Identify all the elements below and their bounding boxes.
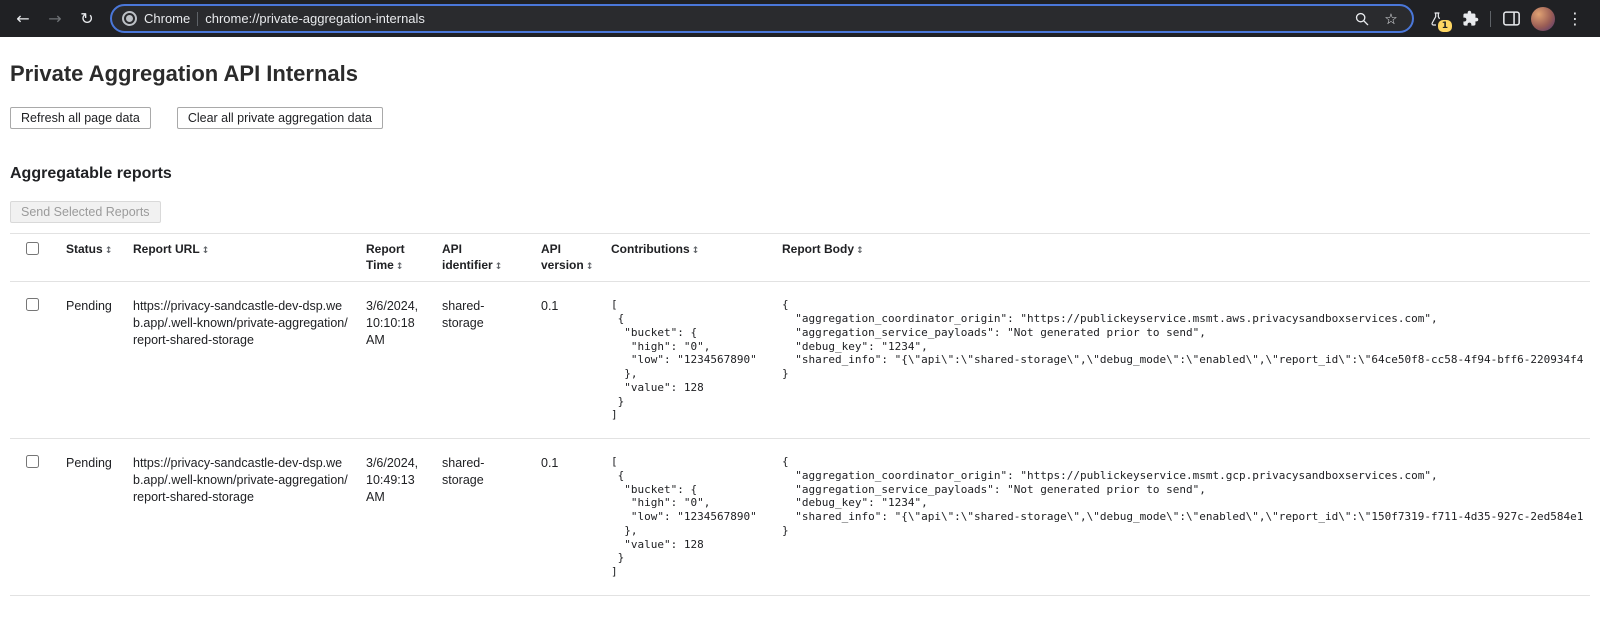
- sort-icon: ↕: [586, 262, 594, 272]
- back-icon[interactable]: ←: [8, 4, 38, 34]
- browser-toolbar: ← → ↻ Chrome chrome://private-aggregatio…: [0, 0, 1600, 37]
- report-url-cell: https://privacy-sandcastle-dev-dsp.web.a…: [133, 439, 366, 596]
- contributions-json: [ { "bucket": { "high": "0", "low": "123…: [611, 298, 766, 422]
- report-row: Pending https://privacy-sandcastle-dev-d…: [10, 282, 1590, 439]
- table-header-row: Status↕ Report URL↕ Report Time↕ API ide…: [10, 234, 1590, 282]
- column-header-contributions[interactable]: Contributions↕: [611, 234, 782, 282]
- address-bar[interactable]: Chrome chrome://private-aggregation-inte…: [110, 4, 1414, 33]
- toolbar-separator: [1490, 11, 1491, 27]
- sort-icon: ↕: [105, 246, 113, 256]
- labs-beaker-icon[interactable]: 1: [1424, 6, 1450, 32]
- send-bar: Send Selected Reports: [10, 197, 1590, 231]
- sort-icon: ↕: [202, 246, 210, 256]
- status-cell: Pending: [66, 439, 133, 596]
- column-header-report-url[interactable]: Report URL↕: [133, 234, 366, 282]
- side-panel-icon[interactable]: [1498, 6, 1524, 32]
- row-checkbox-cell: [10, 282, 66, 439]
- row-checkbox[interactable]: [26, 455, 39, 468]
- sort-icon: ↕: [856, 246, 864, 256]
- row-checkbox[interactable]: [26, 298, 39, 311]
- api-identifier-cell: shared-storage: [442, 439, 541, 596]
- row-checkbox-cell: [10, 439, 66, 596]
- clear-all-button[interactable]: Clear all private aggregation data: [177, 107, 383, 129]
- contributions-json: [ { "bucket": { "high": "0", "low": "123…: [611, 455, 766, 579]
- report-body-cell: { "aggregation_coordinator_origin": "htt…: [782, 282, 1590, 439]
- report-time-cell: 3/6/2024, 10:10:18 AM: [366, 282, 442, 439]
- column-header-api-identifier[interactable]: API identifier↕: [442, 234, 541, 282]
- report-url-cell: https://privacy-sandcastle-dev-dsp.web.a…: [133, 282, 366, 439]
- labs-badge: 1: [1436, 18, 1454, 34]
- column-header-status[interactable]: Status↕: [66, 234, 133, 282]
- report-time-cell: 3/6/2024, 10:49:13 AM: [366, 439, 442, 596]
- sort-icon: ↕: [495, 262, 503, 272]
- sort-icon: ↕: [396, 262, 404, 272]
- search-icon[interactable]: [1351, 8, 1373, 30]
- profile-avatar[interactable]: [1531, 7, 1555, 31]
- api-identifier-cell: shared-storage: [442, 282, 541, 439]
- url-text: chrome://private-aggregation-internals: [205, 11, 425, 26]
- toolbar-right: 1 ⋮: [1424, 6, 1592, 32]
- sort-icon: ↕: [692, 246, 700, 256]
- section-title: Aggregatable reports: [10, 165, 1590, 183]
- status-cell: Pending: [66, 282, 133, 439]
- select-all-checkbox[interactable]: [26, 242, 39, 255]
- chrome-logo-icon: [122, 11, 137, 26]
- contributions-cell: [ { "bucket": { "high": "0", "low": "123…: [611, 282, 782, 439]
- report-row: Pending https://privacy-sandcastle-dev-d…: [10, 439, 1590, 596]
- send-selected-reports-button[interactable]: Send Selected Reports: [10, 201, 161, 223]
- report-body-json: { "aggregation_coordinator_origin": "htt…: [782, 455, 1574, 538]
- page-content: Private Aggregation API Internals Refres…: [0, 61, 1600, 596]
- reports-table: Status↕ Report URL↕ Report Time↕ API ide…: [10, 233, 1590, 596]
- column-header-report-body[interactable]: Report Body↕: [782, 234, 1590, 282]
- report-body-json: { "aggregation_coordinator_origin": "htt…: [782, 298, 1574, 381]
- reload-icon[interactable]: ↻: [72, 4, 102, 34]
- report-body-cell: { "aggregation_coordinator_origin": "htt…: [782, 439, 1590, 596]
- page-title: Private Aggregation API Internals: [10, 61, 1590, 87]
- column-header-report-time[interactable]: Report Time↕: [366, 234, 442, 282]
- api-version-cell: 0.1: [541, 439, 611, 596]
- api-version-cell: 0.1: [541, 282, 611, 439]
- page-actions: Refresh all page data Clear all private …: [10, 107, 1590, 129]
- url-chip-label: Chrome: [144, 11, 190, 26]
- extensions-puzzle-icon[interactable]: [1457, 6, 1483, 32]
- forward-icon[interactable]: →: [40, 4, 70, 34]
- bookmark-star-icon[interactable]: ☆: [1380, 8, 1402, 30]
- select-all-header: [10, 234, 66, 282]
- column-header-api-version[interactable]: API version↕: [541, 234, 611, 282]
- menu-kebab-icon[interactable]: ⋮: [1562, 6, 1588, 32]
- chip-separator: [197, 12, 198, 26]
- contributions-cell: [ { "bucket": { "high": "0", "low": "123…: [611, 439, 782, 596]
- refresh-all-button[interactable]: Refresh all page data: [10, 107, 151, 129]
